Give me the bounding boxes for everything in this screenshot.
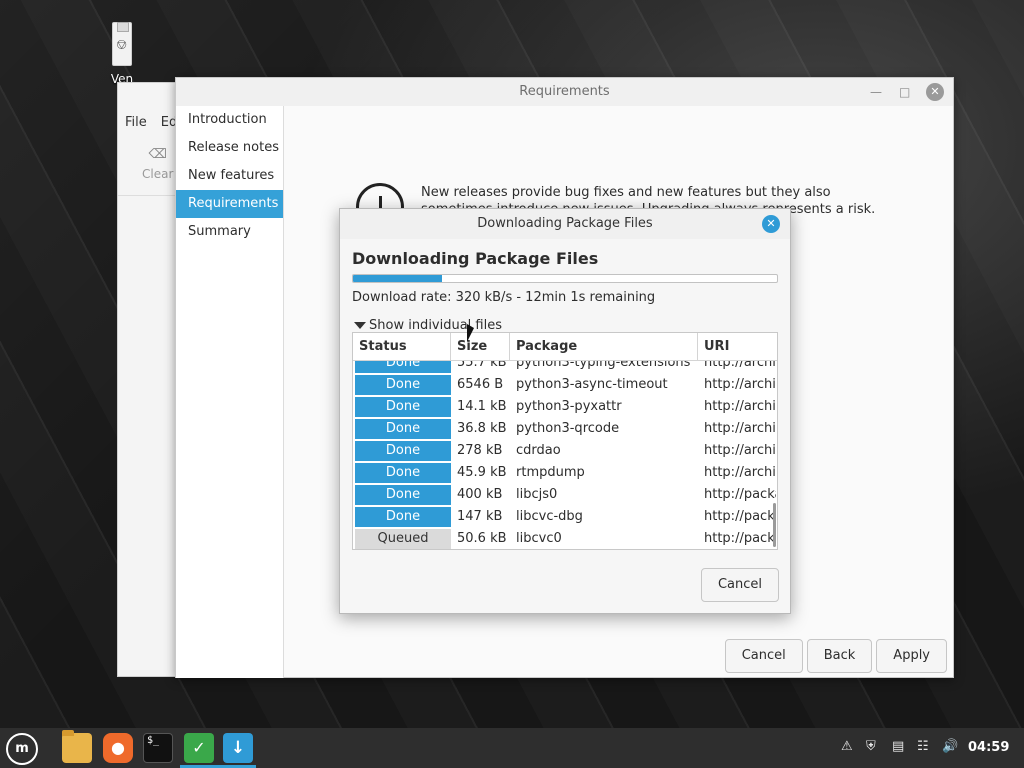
package-cell: rtmpdump [516,465,585,480]
shield-icon[interactable]: ✓ [184,733,214,763]
back-button[interactable]: Back [806,639,873,673]
terminal-icon[interactable]: $_ [143,733,173,763]
update-manager-icon[interactable]: ↓ [223,733,253,763]
apply-button[interactable]: Apply [876,639,947,673]
files-folder-icon[interactable] [62,730,92,763]
table-header: Status Size Package URI [353,333,777,361]
size-cell: 147 kB [457,509,503,524]
dialog-close-icon[interactable]: ✕ [762,215,780,233]
status-badge: Queued [355,529,451,549]
size-cell: 6546 B [457,377,504,392]
clear-label: Clear [142,167,174,181]
size-cell: 45.9 kB [457,465,507,480]
footer-buttons: Cancel Back Apply [721,639,947,673]
size-cell: 14.1 kB [457,399,507,414]
table-row[interactable]: Queued 50.6 kB libcvc0 http://packa [353,528,777,549]
sidebar-item-introduction[interactable]: Introduction [176,106,283,134]
sidebar-item-release-notes[interactable]: Release notes [176,134,283,162]
table-row[interactable]: Done 14.1 kB python3-pyxattr http://arch… [353,396,777,418]
size-cell: 400 kB [457,487,503,502]
dialog-cancel-button[interactable]: Cancel [700,568,779,602]
shield-tray-icon[interactable]: ⛨ [866,739,876,754]
clear-button[interactable]: ⌫ Clear [142,147,173,181]
usb-drive-icon: ⎊ [112,22,132,66]
files-table[interactable]: Status Size Package URI Done 55.7 kB pyt… [352,332,778,550]
table-row[interactable]: Done 400 kB libcjs0 http://packa [353,484,777,506]
status-badge: Done [355,397,451,417]
size-cell: 36.8 kB [457,421,507,436]
package-cell: python3-async-timeout [516,377,668,392]
package-cell: python3-qrcode [516,421,620,436]
status-badge: Done [355,463,451,483]
size-cell: 50.6 kB [457,531,507,546]
column-status[interactable]: Status [353,333,451,361]
column-package[interactable]: Package [510,333,698,361]
size-cell: 278 kB [457,443,503,458]
dialog-heading: Downloading Package Files [352,249,599,268]
status-badge: Done [355,375,451,395]
uri-cell: http://packa [704,531,776,546]
window-title: Requirements [176,78,953,106]
table-row[interactable]: Done 36.8 kB python3-qrcode http://archi… [353,418,777,440]
package-cell: libcjs0 [516,487,558,502]
desktop-usb-drive[interactable]: ⎊ Ven [100,22,144,86]
mouse-pointer-icon [467,324,474,342]
uri-cell: http://archiv [704,399,776,414]
clock[interactable]: 04:59 [968,740,1009,755]
minimize-icon[interactable]: — [870,78,882,106]
column-size[interactable]: Size [451,333,510,361]
table-rows: Done 55.7 kB python3-typing-extensions h… [353,352,777,549]
table-scrollbar[interactable] [773,503,776,547]
uri-cell: http://packa [704,487,776,502]
status-badge: Done [355,485,451,505]
sidebar-item-requirements[interactable]: Requirements [176,190,283,218]
taskbar: m ● $_ ✓ ↓ ⚠ ⛨ ▤ ☷ 🔊 04:59 [0,728,1024,768]
update-tray-icon[interactable]: ▤ [892,739,904,754]
maximize-icon[interactable]: □ [899,78,910,106]
sidebar-item-summary[interactable]: Summary [176,218,283,246]
status-badge: Done [355,507,451,527]
table-row[interactable]: Done 278 kB cdrdao http://archiv [353,440,777,462]
package-cell: libcvc0 [516,531,562,546]
uri-cell: http://archiv [704,377,776,392]
status-badge: Done [355,441,451,461]
package-cell: python3-pyxattr [516,399,622,414]
progress-fill [353,275,443,282]
uri-cell: http://archiv [704,465,776,480]
dialog-title-text: Downloading Package Files [477,216,653,231]
close-icon[interactable]: ✕ [926,83,944,101]
mint-menu-icon[interactable]: m [6,733,38,765]
network-icon[interactable]: ☷ [917,739,929,754]
package-cell: cdrdao [516,443,561,458]
uri-cell: http://archiv [704,421,776,436]
sidebar-item-new-features[interactable]: New features [176,162,283,190]
firefox-icon[interactable]: ● [103,733,133,763]
table-row[interactable]: Done 45.9 kB rtmpdump http://archiv [353,462,777,484]
backspace-icon: ⌫ [148,147,167,162]
menu-file[interactable]: File [125,115,147,130]
table-row[interactable]: Done 6546 B python3-async-timeout http:/… [353,374,777,396]
dialog-title: Downloading Package Files ✕ [340,209,790,239]
status-badge: Done [355,419,451,439]
download-progress-bar [352,274,778,283]
uri-cell: http://archiv [704,443,776,458]
download-dialog: Downloading Package Files ✕ Downloading … [339,208,791,614]
table-row[interactable]: Done 147 kB libcvc-dbg http://packa [353,506,777,528]
volume-icon[interactable]: 🔊 [942,739,958,754]
cancel-button[interactable]: Cancel [724,639,803,673]
column-uri[interactable]: URI [698,333,777,361]
download-rate: Download rate: 320 kB/s - 12min 1s remai… [352,290,656,305]
package-cell: libcvc-dbg [516,509,583,524]
show-files-expander[interactable]: Show individual files [354,318,502,333]
uri-cell: http://packa [704,509,776,524]
sidebar: Introduction Release notes New features … [176,106,284,678]
notification-icon[interactable]: ⚠ [841,739,853,754]
triangle-down-icon [354,322,366,329]
expander-label: Show individual files [369,318,503,333]
